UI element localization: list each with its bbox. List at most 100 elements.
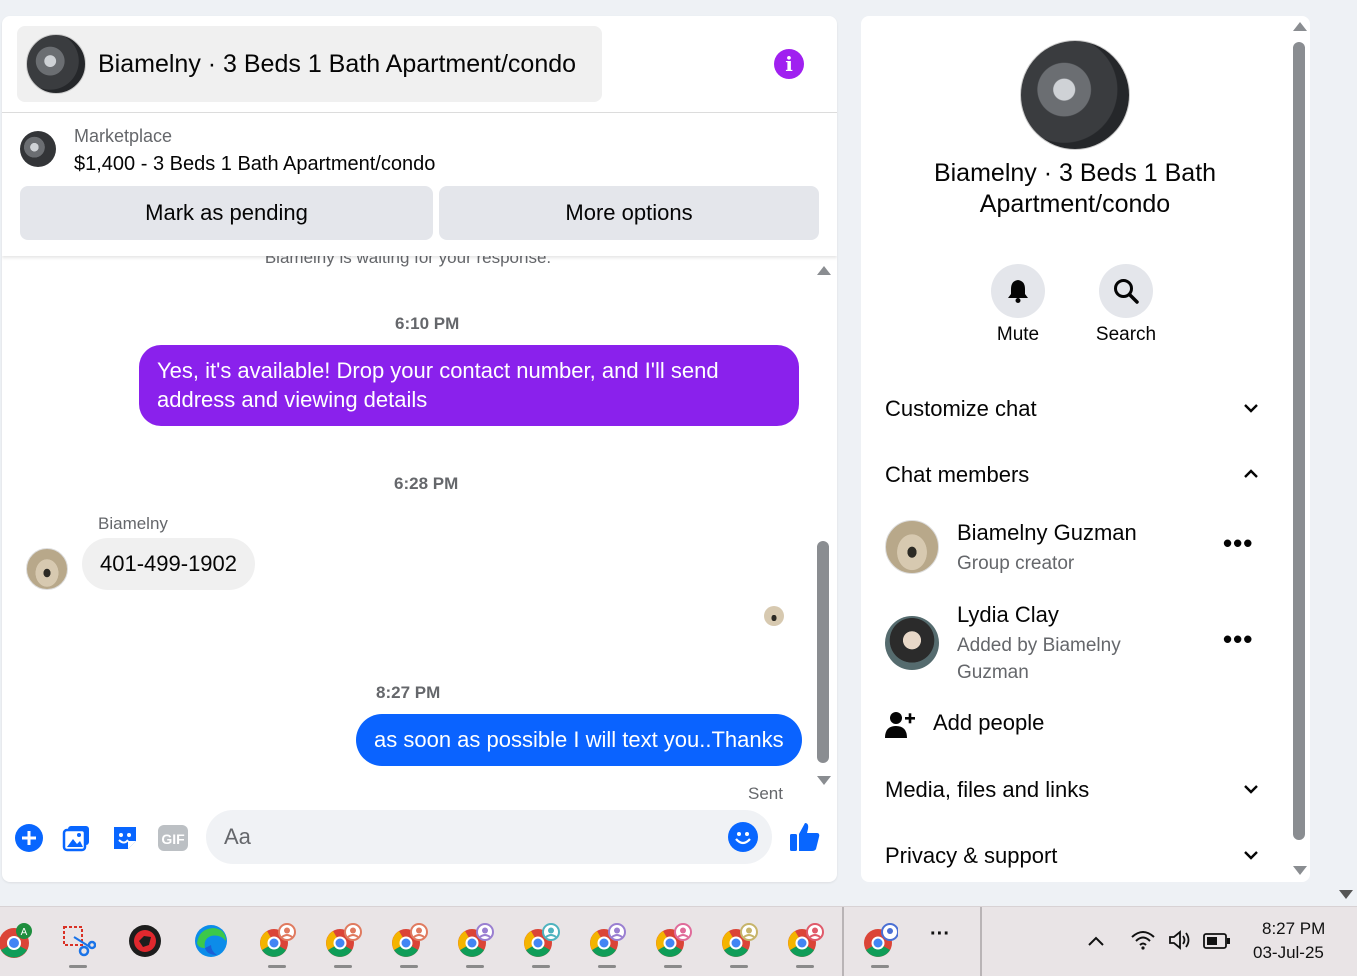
sender-name: Biamelny (98, 514, 168, 533)
info-avatar (1020, 40, 1130, 150)
clock-date[interactable]: 03-Jul-25 (1253, 943, 1324, 963)
active-indicator (730, 965, 748, 968)
wifi-icon[interactable] (1130, 929, 1156, 951)
message-scrollbar[interactable] (814, 266, 832, 796)
chrome-icon[interactable] (862, 923, 899, 959)
info-scrollbar[interactable] (1291, 16, 1310, 882)
add-people-row[interactable]: Add people (861, 696, 1281, 752)
add-person-icon (885, 712, 915, 738)
add-people-label: Add people (933, 710, 1045, 735)
mark-as-pending-button[interactable]: Mark as pending (20, 186, 433, 240)
outgoing-message[interactable]: Yes, it's available! Drop your contact n… (139, 345, 799, 426)
outgoing-message[interactable]: as soon as possible I will text you..Tha… (356, 714, 802, 766)
chevron-down-icon (1244, 785, 1258, 794)
emoji-icon[interactable] (728, 822, 758, 852)
more-icon[interactable]: ••• (1223, 624, 1253, 655)
chrome-profile-icon[interactable] (258, 923, 296, 959)
sent-status: Sent (748, 784, 783, 803)
sticker-icon[interactable] (109, 822, 141, 854)
message-input-wrapper (206, 810, 772, 864)
chrome-profile-icon[interactable] (588, 923, 626, 959)
chrome-profile-icon[interactable] (522, 923, 560, 959)
volume-icon[interactable] (1167, 929, 1193, 951)
waiting-status: Biamelny is waiting for your response. (264, 256, 552, 267)
member-name: Lydia Clay (957, 602, 1059, 627)
chrome-profile-icon[interactable] (324, 923, 362, 959)
chat-info-panel: Biamelny · 3 Beds 1 Bath Apartment/condo… (861, 16, 1310, 882)
scroll-thumb[interactable] (1293, 42, 1305, 840)
chevron-up-icon[interactable] (1086, 931, 1106, 951)
gif-label: GIF (161, 831, 185, 847)
message-input[interactable] (224, 822, 704, 852)
gif-icon[interactable]: GIF (157, 822, 189, 854)
snipping-tool-icon[interactable] (60, 923, 97, 959)
customize-chat-row[interactable]: Customize chat (861, 382, 1281, 438)
privacy-support-row[interactable]: Privacy & support (861, 829, 1281, 882)
edge-icon[interactable] (193, 923, 229, 959)
chrome-profile-icon[interactable] (786, 923, 824, 959)
chat-title: Biamelny · 3 Beds 1 Bath Apartment/condo (98, 49, 577, 78)
marketplace-listing: Marketplace $1,400 - 3 Beds 1 Bath Apart… (2, 113, 837, 256)
active-indicator (598, 965, 616, 968)
member-avatar[interactable] (885, 616, 939, 670)
svg-text:A: A (21, 927, 28, 938)
chevron-up-icon (1244, 469, 1258, 478)
active-indicator (532, 965, 550, 968)
taskbar-divider (980, 907, 982, 976)
mute-button[interactable] (991, 264, 1045, 318)
scroll-down-arrow[interactable] (817, 776, 831, 785)
listing-price[interactable]: $1,400 - 3 Beds 1 Bath Apartment/condo (74, 153, 435, 176)
chrome-profile-icon[interactable] (390, 923, 428, 959)
chat-members-row[interactable]: Chat members (861, 448, 1281, 504)
chevron-down-icon (1244, 404, 1258, 413)
composer: GIF (2, 804, 837, 882)
scroll-up-arrow[interactable] (817, 266, 831, 275)
search-button[interactable] (1099, 264, 1153, 318)
seen-indicator-avatar (764, 606, 784, 626)
page-scroll-down-arrow[interactable] (1339, 890, 1353, 899)
more-icon[interactable]: ••• (1223, 528, 1253, 559)
incoming-message[interactable]: 401-499-1902 (82, 538, 256, 590)
active-indicator (466, 965, 484, 968)
add-icon[interactable] (13, 822, 45, 854)
search-icon (1114, 279, 1139, 304)
chrome-profile-icon[interactable] (720, 923, 758, 959)
chat-header: Biamelny · 3 Beds 1 Bath Apartment/condo… (2, 16, 837, 113)
scroll-thumb[interactable] (817, 541, 829, 763)
member-avatar[interactable] (885, 520, 939, 574)
privacy-support-label: Privacy & support (885, 843, 1058, 868)
chrome-profile-icon[interactable] (654, 923, 692, 959)
active-indicator (796, 965, 814, 968)
media-files-links-row[interactable]: Media, files and links (861, 763, 1281, 819)
info-icon[interactable]: i (774, 49, 804, 79)
clock-time[interactable]: 8:27 PM (1262, 919, 1325, 939)
search-label: Search (1095, 324, 1157, 345)
like-icon[interactable] (787, 819, 823, 855)
sender-avatar[interactable] (26, 548, 68, 590)
member-role: Group creator (957, 553, 1075, 574)
timestamp: 6:10 PM (395, 314, 460, 333)
active-indicator (664, 965, 682, 968)
chat-title-button[interactable]: Biamelny · 3 Beds 1 Bath Apartment/condo (17, 26, 602, 102)
battery-icon[interactable] (1203, 932, 1231, 950)
active-indicator (334, 965, 352, 968)
taskbar: A ··· 8:27 PM 03-Jul-25 (0, 906, 1357, 976)
message-list[interactable]: Biamelny is waiting for your response. 6… (2, 256, 814, 804)
more-apps-button[interactable]: ··· (930, 923, 950, 946)
bell-icon (1008, 280, 1028, 303)
taskbar-divider (842, 907, 844, 976)
member-name: Biamelny Guzman (957, 520, 1137, 545)
chrome-icon[interactable]: A (0, 923, 32, 959)
photo-icon[interactable] (61, 822, 93, 854)
active-indicator (268, 965, 286, 968)
timestamp: 8:27 PM (376, 683, 441, 702)
chrome-profile-icon[interactable] (456, 923, 494, 959)
mute-label: Mute (996, 324, 1040, 345)
scroll-down-arrow[interactable] (1293, 866, 1307, 875)
scroll-up-arrow[interactable] (1293, 22, 1307, 31)
more-options-button[interactable]: More options (439, 186, 819, 240)
security-app-icon[interactable] (127, 923, 163, 959)
chat-avatar (26, 34, 86, 94)
timestamp: 6:28 PM (394, 474, 459, 493)
listing-thumbnail[interactable] (20, 131, 56, 167)
